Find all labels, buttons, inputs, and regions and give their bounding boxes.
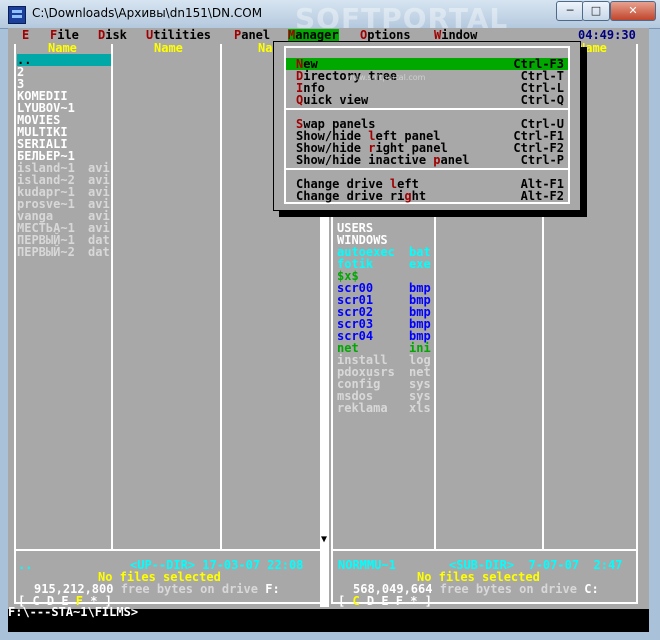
column-header-name: Name bbox=[578, 41, 607, 55]
file-extension: xls bbox=[409, 401, 431, 415]
file-row[interactable]: .. bbox=[17, 54, 111, 66]
manager-menu-item[interactable]: Show/hide inactive panel Ctrl-P bbox=[286, 154, 568, 166]
app-window: C:\Downloads\Архивы\dn151\DN.COM SOFTPOR… bbox=[0, 0, 660, 640]
dos-navigator-icon bbox=[8, 6, 26, 24]
file-name: ПЕРВЫЙ~2 bbox=[17, 245, 75, 259]
file-extension: dat bbox=[88, 245, 110, 259]
menu-window[interactable]: Window bbox=[434, 29, 477, 41]
menu-e[interactable]: E bbox=[22, 29, 29, 41]
file-row[interactable]: ПЕРВЫЙ~2 bbox=[17, 246, 75, 258]
column-header-name: Na bbox=[258, 41, 273, 55]
menu-disk[interactable]: Disk bbox=[98, 29, 127, 41]
file-name: reklama bbox=[337, 401, 388, 415]
file-row[interactable]: reklama bbox=[337, 402, 388, 414]
maximize-button[interactable]: □ bbox=[582, 1, 610, 21]
manager-menu: New Ctrl-F3 Directory tree Ctrl-T Info Ctrl-L… bbox=[273, 41, 581, 211]
menu-file[interactable]: File bbox=[50, 29, 79, 41]
manager-menu-item[interactable]: Quick view Ctrl-Q bbox=[286, 94, 568, 106]
title-bar[interactable]: C:\Downloads\Архивы\dn151\DN.COM SOFTPOR… bbox=[0, 0, 660, 35]
shortcut-key: Ctrl-Q bbox=[520, 93, 564, 107]
clock: 04:49:30 bbox=[578, 28, 636, 42]
right-status-name: NORMMU~1 bbox=[338, 558, 396, 572]
watermark-url: www.softportal.com bbox=[346, 73, 426, 82]
command-line[interactable]: F:\---STA~1\FILMS> bbox=[8, 606, 649, 620]
shortcut-key: Ctrl-P bbox=[520, 153, 564, 167]
close-button[interactable]: ✕ bbox=[610, 1, 656, 21]
menu-utilities[interactable]: Utilities bbox=[146, 29, 211, 41]
left-status-name: .. bbox=[18, 558, 33, 572]
dos-screen: E File Disk Utilities Panel Manager Opti… bbox=[8, 28, 649, 632]
column-header-name: Name bbox=[48, 41, 77, 55]
minimize-button[interactable]: ─ bbox=[556, 1, 584, 21]
file-extension: exe bbox=[409, 257, 431, 271]
menu-bar: E File Disk Utilities Panel Manager Opti… bbox=[8, 28, 649, 42]
manager-menu-item[interactable]: Change drive right Alt-F2 bbox=[286, 190, 568, 202]
menu-panel[interactable]: Panel bbox=[234, 29, 270, 41]
menu-manager[interactable]: Manager bbox=[288, 29, 339, 41]
scroll-down-arrow-icon[interactable]: ▼ bbox=[321, 534, 327, 546]
menu-options[interactable]: Options bbox=[360, 29, 411, 41]
shortcut-key: Alt-F2 bbox=[520, 189, 564, 203]
window-title: C:\Downloads\Архивы\dn151\DN.COM bbox=[32, 6, 263, 20]
column-header-name: Name bbox=[154, 41, 183, 55]
